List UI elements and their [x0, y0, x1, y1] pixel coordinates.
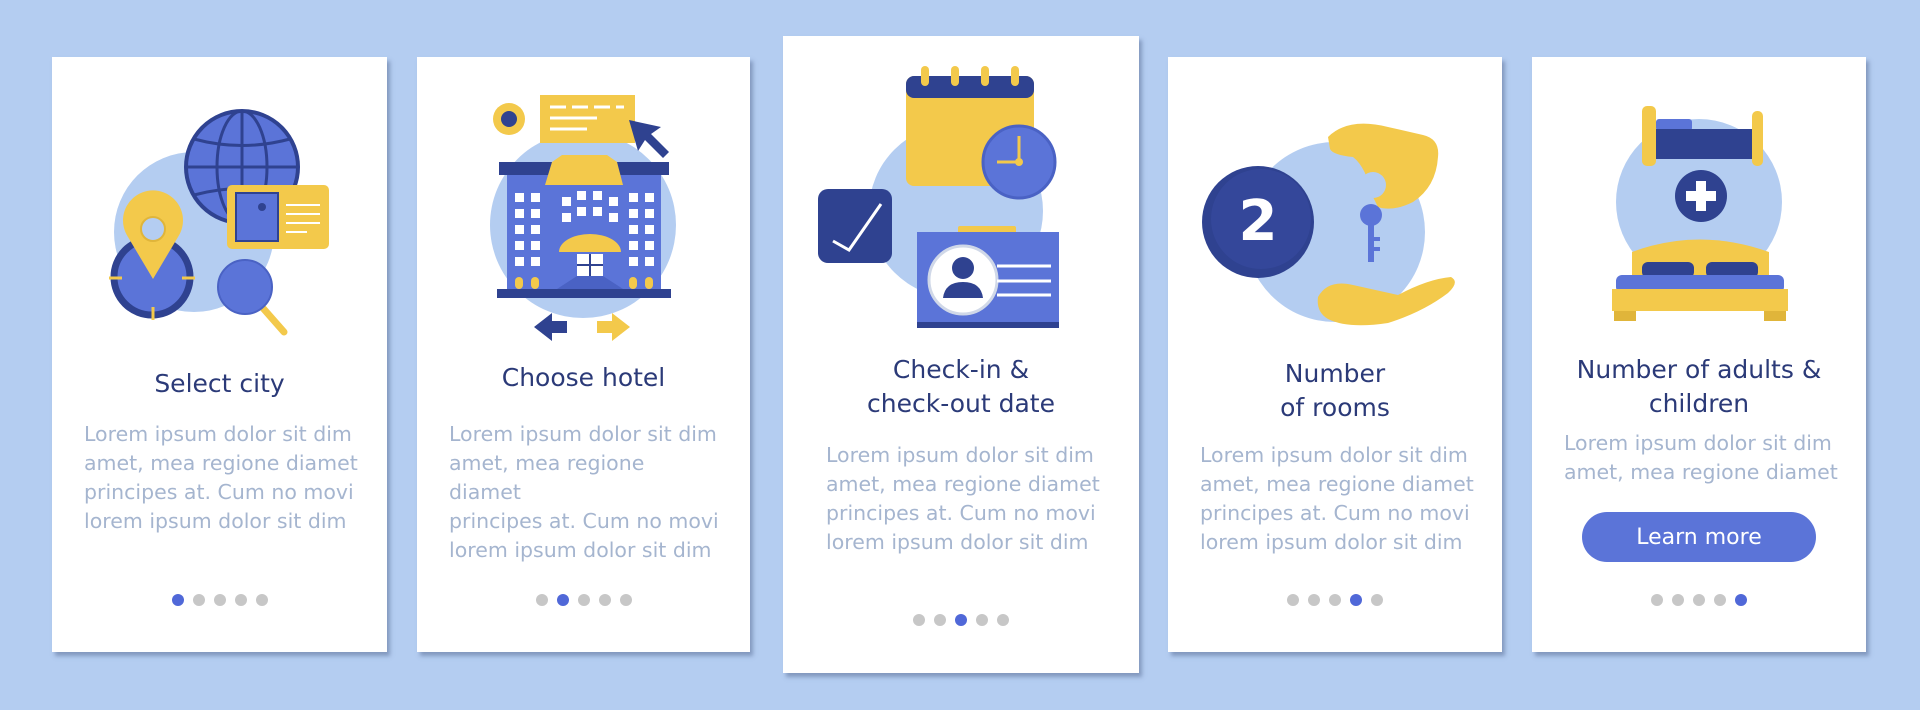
globe-location-search-icon	[109, 109, 329, 336]
page-dot-5[interactable]	[1371, 594, 1383, 606]
learn-more-button[interactable]: Learn more	[1582, 512, 1816, 562]
screen-title: Choose hotel	[501, 363, 666, 392]
page-dot-5[interactable]	[255, 594, 268, 606]
page-dot-5[interactable]	[619, 594, 632, 606]
page-dot-1[interactable]	[535, 594, 548, 606]
page-dot-3[interactable]	[1693, 594, 1705, 606]
page-dot-1[interactable]	[1651, 594, 1663, 606]
screen-title: Check-in & check-out date	[867, 355, 1055, 418]
page-dot-1[interactable]	[913, 614, 925, 626]
page-dot-2[interactable]	[1308, 594, 1320, 606]
page-dot-4[interactable]	[1350, 594, 1362, 606]
pagination-dots	[1532, 594, 1866, 606]
page-dot-2[interactable]	[934, 614, 946, 626]
page-dot-1[interactable]	[1287, 594, 1299, 606]
page-dot-2[interactable]	[556, 594, 569, 606]
screen-description: Lorem ipsum dolor sit dim amet, mea regi…	[84, 422, 358, 533]
page-dot-1[interactable]	[171, 594, 184, 606]
page-dot-4[interactable]	[976, 614, 988, 626]
bed-plus-icon	[1612, 106, 1788, 321]
page-dot-3[interactable]	[955, 614, 967, 626]
calendar-clock-id-card-icon	[818, 66, 1059, 328]
pagination-dots	[783, 614, 1139, 626]
page-dot-2[interactable]	[192, 594, 205, 606]
page-dot-5[interactable]	[997, 614, 1009, 626]
onboarding-card-choose-hotel: Choose hotel Lorem ipsum dolor sit dim a…	[417, 57, 750, 652]
page-dot-3[interactable]	[577, 594, 590, 606]
screen-description: Lorem ipsum dolor sit dim amet, mea regi…	[1564, 431, 1838, 484]
page-dot-4[interactable]	[234, 594, 247, 606]
page-dot-3[interactable]	[213, 594, 226, 606]
onboarding-card-number-of-rooms: 2 Number of rooms Lorem ipsum dolor sit …	[1168, 57, 1502, 652]
page-dot-5[interactable]	[1735, 594, 1747, 606]
page-dot-2[interactable]	[1672, 594, 1684, 606]
pagination-dots	[417, 594, 750, 606]
screen-title: Select city	[154, 369, 285, 398]
page-dot-4[interactable]	[598, 594, 611, 606]
screen-description: Lorem ipsum dolor sit dim amet, mea regi…	[1200, 443, 1474, 554]
onboarding-card-select-city: Select city Lorem ipsum dolor sit dim am…	[52, 57, 387, 652]
screen-title: Number of adults & children	[1576, 355, 1822, 418]
pagination-dots	[52, 594, 387, 606]
page-dot-4[interactable]	[1714, 594, 1726, 606]
screen-description: Lorem ipsum dolor sit dim amet, mea regi…	[449, 422, 719, 562]
room-count-badge: 2	[1239, 189, 1278, 254]
svg-text:2: 2	[1239, 189, 1278, 254]
onboarding-card-adults-children: Number of adults & children Lorem ipsum …	[1532, 57, 1866, 652]
hotel-building-icon	[490, 95, 676, 341]
pagination-dots	[1168, 594, 1502, 606]
onboarding-card-check-in-out: Check-in & check-out date Lorem ipsum do…	[783, 36, 1139, 673]
page-dot-3[interactable]	[1329, 594, 1341, 606]
screen-description: Lorem ipsum dolor sit dim amet, mea regi…	[826, 443, 1100, 554]
room-key-handover-icon: 2	[1202, 123, 1455, 326]
screen-title: Number of rooms	[1280, 359, 1390, 422]
